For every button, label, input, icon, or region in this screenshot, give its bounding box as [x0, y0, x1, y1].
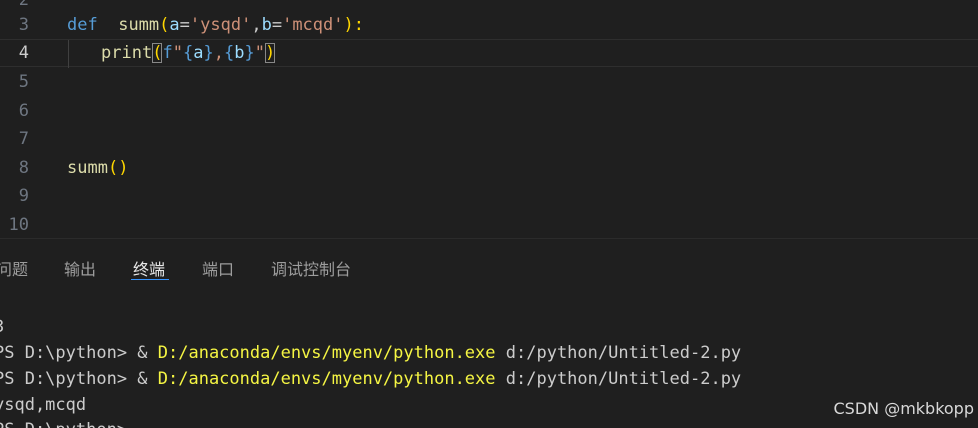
editor-line: 5 — [0, 68, 978, 96]
terminal-prompt-line: PS D:\python> — [0, 420, 137, 428]
string-literal: 'ysqd' — [189, 15, 252, 35]
tab-terminal[interactable]: 终端 — [133, 256, 165, 280]
terminal-prompt: PS D:\python> & — [0, 343, 158, 363]
function-call: summ — [67, 158, 108, 178]
editor-line: 6 — [0, 97, 978, 125]
line-number: 5 — [18, 72, 29, 92]
code-call-line: summ() — [67, 158, 128, 178]
terminal-arg: d:/python/Untitled-2.py — [495, 369, 742, 389]
quote: " — [254, 43, 265, 63]
line-number: 3 — [18, 15, 29, 35]
indent-guide — [68, 40, 69, 68]
editor-line: 9 — [0, 182, 978, 210]
operator: = — [271, 15, 283, 35]
tab-debug-console[interactable]: 调试控制台 — [271, 256, 351, 280]
active-tab-indicator — [131, 279, 169, 280]
editor-line-current: 4 print(f"{a},{b}") — [0, 39, 978, 68]
line-number-active: 4 — [18, 43, 29, 63]
quote: " — [172, 43, 183, 63]
fstring-brace: { — [223, 43, 235, 63]
comma: , — [251, 15, 262, 35]
tab-output[interactable]: 输出 — [64, 256, 96, 280]
code-editor[interactable]: 2 3 def summ(a='ysqd',b='mcqd'): 4 print… — [0, 0, 978, 238]
terminal-exe-path: D:/anaconda/envs/myenv/python.exe — [157, 369, 496, 389]
terminal-prompt: PS D:\python> & — [0, 369, 158, 389]
bracket: ): — [343, 15, 364, 35]
operator: = — [179, 15, 190, 35]
bracket-match-open: ( — [152, 43, 163, 63]
fstring-var-b: b — [234, 43, 245, 63]
string-literal: 'mcqd' — [282, 15, 344, 35]
fstring-brace: } — [203, 43, 214, 63]
terminal-line: ysqd,mcqd — [0, 395, 87, 415]
terminal-output[interactable]: 3 PS D:\python> & D:/anaconda/envs/myenv… — [0, 290, 978, 428]
watermark: CSDN @mkbkopp — [833, 399, 974, 418]
param-a: a — [169, 15, 180, 35]
fstring-text: , — [213, 43, 224, 63]
print-function: print — [101, 43, 153, 63]
editor-line: 8 summ() — [0, 154, 978, 182]
bracket-match-close: ) — [264, 43, 276, 63]
code-def-line: def summ(a='ysqd',b='mcqd'): — [67, 15, 364, 35]
line-number: 10 — [8, 215, 29, 235]
terminal-arg: d:/python/Untitled-2.py — [495, 343, 742, 363]
panel-tab-bar: 问题 输出 终端 端口 调试控制台 — [0, 238, 978, 290]
code-print-line: print(f"{a},{b}") — [101, 43, 276, 63]
editor-line: 3 def summ(a='ysqd',b='mcqd'): — [0, 11, 978, 39]
line-number: 2 — [18, 0, 29, 10]
fstring-var-a: a — [193, 43, 204, 63]
bracket: () — [107, 158, 129, 178]
fstring-prefix: f — [162, 43, 173, 63]
terminal-line: 3 — [0, 317, 4, 337]
function-name: summ — [118, 15, 160, 35]
terminal-exe-path: D:/anaconda/envs/myenv/python.exe — [157, 343, 496, 363]
line-number: 8 — [18, 158, 29, 178]
fstring-brace: } — [244, 43, 255, 63]
line-number: 6 — [18, 101, 29, 121]
terminal-line: PS D:\python> & D:/anaconda/envs/myenv/p… — [0, 369, 741, 389]
editor-line: 10 — [0, 211, 978, 238]
line-number: 7 — [18, 129, 29, 149]
fstring-brace: { — [182, 43, 194, 63]
terminal-line: PS D:\python> & D:/anaconda/envs/myenv/p… — [0, 343, 741, 363]
tab-ports[interactable]: 端口 — [202, 256, 234, 280]
line-number: 9 — [18, 186, 29, 206]
tab-problems[interactable]: 问题 — [0, 256, 28, 280]
bracket: ( — [159, 15, 170, 35]
keyword-def: def — [67, 15, 98, 35]
editor-line: 7 — [0, 125, 978, 153]
param-b: b — [261, 15, 272, 35]
